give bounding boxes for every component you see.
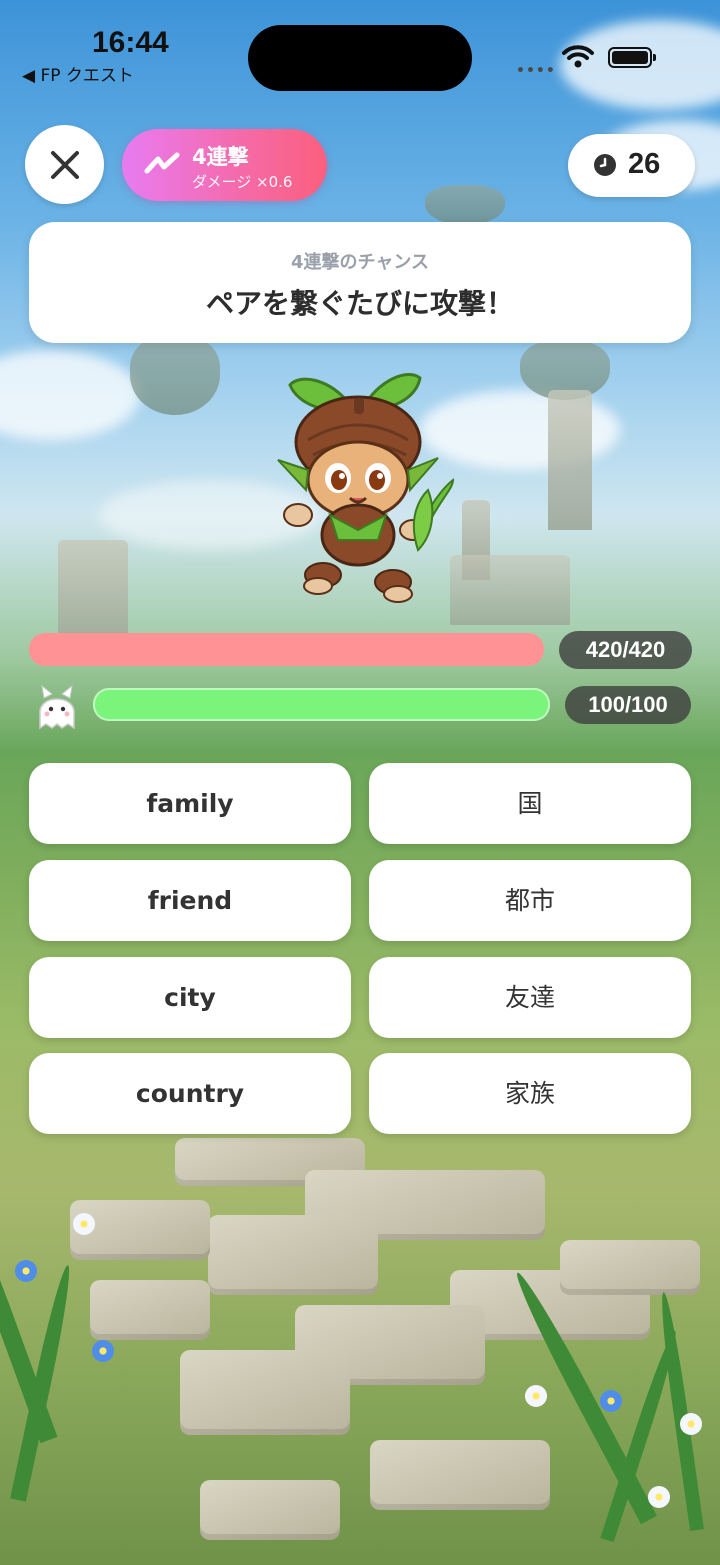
answer-right-4[interactable]: 家族 [369,1053,691,1134]
dynamic-island [248,25,472,91]
close-icon [50,150,79,179]
clock-icon [594,154,616,176]
prompt-card: 4連撃のチャンス ペアを繋ぐたびに攻撃！ [29,222,691,343]
signal-dots-icon: •••• [516,63,556,79]
answer-left-1[interactable]: family [29,763,351,844]
player-hp-text: 100/100 [565,686,691,724]
timer-badge: 26 [568,134,695,197]
acorn-monster [277,373,455,603]
wifi-icon [562,45,594,68]
battery-icon [608,47,656,68]
answer-left-4[interactable]: country [29,1053,351,1134]
answer-right-2[interactable]: 都市 [369,860,691,941]
prompt-subtitle: 4連撃のチャンス [291,252,429,273]
close-button[interactable] [25,125,104,204]
combo-damage: ダメージ ×0.6 [192,173,293,191]
player-hp-bar [93,688,550,721]
timer-value: 26 [628,148,661,180]
answer-right-3[interactable]: 友達 [369,957,691,1038]
combo-count: 4連撃 [192,145,249,169]
back-to-app-link[interactable]: ◀ FP クエスト [22,61,134,86]
status-time: 16:44 [92,26,169,59]
ghost-cat-avatar [39,684,75,730]
prompt-title: ペアを繋ぐたびに攻撃！ [205,287,514,320]
enemy-hp-bar [29,633,544,666]
answer-left-3[interactable]: city [29,957,351,1038]
enemy-hp-fill [29,633,544,666]
combo-badge: 4連撃 ダメージ ×0.6 [122,129,327,201]
answer-left-2[interactable]: friend [29,860,351,941]
player-hp-fill [93,688,550,721]
combo-zigzag-icon [144,152,180,174]
enemy-hp-text: 420/420 [559,631,692,669]
answer-right-1[interactable]: 国 [369,763,691,844]
